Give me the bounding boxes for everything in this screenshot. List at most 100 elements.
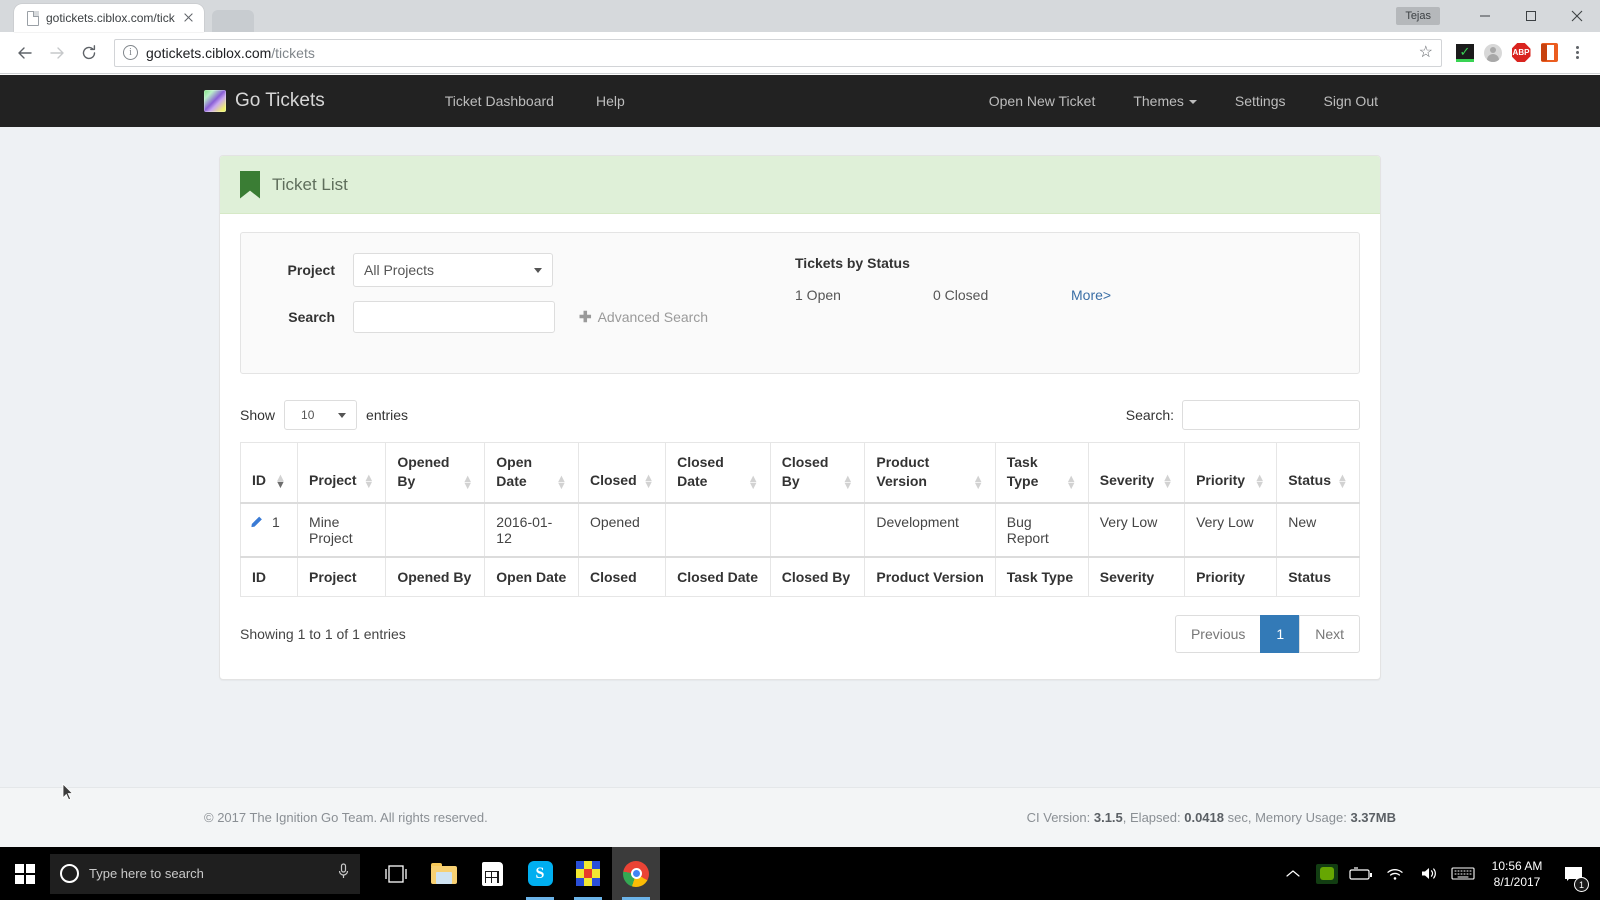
footer-column-product-version: Product Version — [865, 557, 995, 597]
windows-logo-icon — [15, 864, 35, 884]
sort-icon: ▲▼ — [643, 475, 654, 489]
taskbar-search-box[interactable]: Type here to search — [50, 854, 360, 894]
adblock-plus-icon[interactable]: ABP — [1508, 40, 1534, 66]
column-header-closed-date[interactable]: Closed Date▲▼ — [666, 443, 771, 504]
google-chrome-icon[interactable] — [612, 847, 660, 900]
pagination-previous[interactable]: Previous — [1175, 615, 1261, 653]
close-tab-icon[interactable] — [182, 11, 196, 25]
chevron-down-icon — [1189, 100, 1197, 104]
system-tray: 10:56 AM 8/1/2017 1 — [1276, 847, 1600, 900]
search-input[interactable] — [353, 301, 555, 333]
person-extension-icon[interactable] — [1480, 40, 1506, 66]
office-extension-icon[interactable] — [1536, 40, 1562, 66]
maximize-icon[interactable] — [1508, 0, 1554, 32]
brand[interactable]: Go Tickets — [204, 90, 325, 112]
plus-icon: ✚ — [579, 310, 592, 325]
reload-icon[interactable] — [74, 38, 104, 68]
battery-icon[interactable] — [1344, 847, 1378, 900]
forward-icon[interactable] — [42, 38, 72, 68]
start-button[interactable] — [0, 847, 50, 900]
ci-version-value: 3.1.5 — [1094, 810, 1123, 825]
table-row[interactable]: 1 Mine Project 2016-01-12 Opened Develop… — [241, 503, 1360, 557]
task-view-icon[interactable] — [372, 847, 420, 900]
chrome-menu-icon[interactable] — [1564, 40, 1590, 66]
column-header-closed-by[interactable]: Closed By▲▼ — [770, 443, 865, 504]
page-favicon-icon — [26, 11, 40, 26]
pagination: Previous 1 Next — [1175, 615, 1360, 653]
entries-length-select[interactable]: 10 — [284, 400, 357, 430]
primary-nav-links: Ticket Dashboard Help — [445, 93, 625, 109]
microsoft-store-icon[interactable] — [468, 847, 516, 900]
minimize-icon[interactable] — [1462, 0, 1508, 32]
sort-icon: ▲▼ — [748, 476, 759, 490]
project-filter-row: Project All Projects — [265, 253, 735, 287]
cell-status: New — [1277, 503, 1360, 557]
brand-title: Go Tickets — [235, 90, 325, 112]
search-filter-row: Search ✚ Advanced Search — [265, 301, 735, 333]
chevron-down-icon — [534, 268, 542, 273]
volume-icon[interactable] — [1412, 847, 1446, 900]
browser-tab[interactable]: gotickets.ciblox.com/tick — [14, 4, 204, 32]
column-header-task-type[interactable]: Task Type▲▼ — [995, 443, 1088, 504]
nav-link-sign-out[interactable]: Sign Out — [1324, 93, 1378, 109]
column-header-open-date[interactable]: Open Date▲▼ — [485, 443, 579, 504]
more-link[interactable]: More> — [1071, 287, 1111, 303]
column-header-priority[interactable]: Priority▲▼ — [1185, 443, 1277, 504]
column-header-status[interactable]: Status▲▼ — [1277, 443, 1360, 504]
closed-count: 0 Closed — [933, 287, 1071, 303]
nvidia-tray-icon[interactable] — [1310, 847, 1344, 900]
mouse-cursor — [62, 783, 74, 801]
page-footer: © 2017 The Ignition Go Team. All rights … — [0, 787, 1600, 847]
table-search-label: Search: — [1126, 407, 1174, 423]
nav-link-settings[interactable]: Settings — [1235, 93, 1286, 109]
advanced-search-link[interactable]: ✚ Advanced Search — [579, 309, 708, 325]
column-header-opened-by[interactable]: Opened By▲▼ — [386, 443, 485, 504]
column-header-closed[interactable]: Closed▲▼ — [578, 443, 665, 504]
keyboard-icon[interactable] — [1446, 847, 1480, 900]
taskbar-clock[interactable]: 10:56 AM 8/1/2017 — [1480, 847, 1554, 900]
secondary-nav-links: Open New Ticket Themes Settings Sign Out — [989, 93, 1600, 109]
cell-severity: Very Low — [1088, 503, 1184, 557]
bookmark-star-icon[interactable]: ☆ — [1419, 45, 1433, 61]
profile-name-chip[interactable]: Tejas — [1396, 7, 1440, 25]
nav-link-ticket-dashboard[interactable]: Ticket Dashboard — [445, 93, 554, 109]
footer-column-severity: Severity — [1088, 557, 1184, 597]
column-header-id[interactable]: ID▲▼ — [241, 443, 298, 504]
nav-link-help[interactable]: Help — [596, 93, 625, 109]
back-icon[interactable] — [10, 38, 40, 68]
column-header-severity[interactable]: Severity▲▼ — [1088, 443, 1184, 504]
entries-label: entries — [366, 407, 408, 423]
action-center-icon[interactable]: 1 — [1554, 847, 1594, 900]
pagination-next[interactable]: Next — [1299, 615, 1360, 653]
nav-link-open-new-ticket[interactable]: Open New Ticket — [989, 93, 1096, 109]
footer-column-closed: Closed — [578, 557, 665, 597]
address-bar[interactable]: gotickets.ciblox.com/tickets ☆ — [114, 39, 1442, 67]
check-extension-icon[interactable]: ✓ — [1452, 40, 1478, 66]
file-explorer-icon[interactable] — [420, 847, 468, 900]
show-hidden-icons-chevron-icon[interactable] — [1276, 847, 1310, 900]
cell-product-version: Development — [865, 503, 995, 557]
close-window-icon[interactable] — [1554, 0, 1600, 32]
microphone-icon[interactable] — [337, 863, 350, 885]
edit-pencil-icon[interactable] — [252, 515, 265, 528]
column-header-project[interactable]: Project▲▼ — [298, 443, 386, 504]
bookmark-ribbon-icon — [240, 171, 260, 199]
new-tab-button[interactable] — [212, 10, 254, 32]
url-path: /tickets — [271, 45, 315, 61]
sort-icon: ▲▼ — [363, 475, 374, 489]
column-label: Severity — [1100, 471, 1154, 490]
nav-link-themes[interactable]: Themes — [1133, 93, 1197, 109]
wifi-icon[interactable] — [1378, 847, 1412, 900]
sort-icon: ▲▼ — [842, 476, 853, 490]
column-header-product-version[interactable]: Product Version▲▼ — [865, 443, 995, 504]
go-tickets-logo-icon — [204, 90, 226, 112]
site-navbar: Go Tickets Ticket Dashboard Help Open Ne… — [0, 75, 1600, 127]
skype-icon[interactable]: S — [516, 847, 564, 900]
app-mosaic-icon[interactable] — [564, 847, 612, 900]
entries-length-value: 10 — [301, 408, 314, 422]
project-select[interactable]: All Projects — [353, 253, 553, 287]
footer-column-id: ID — [241, 557, 298, 597]
pagination-page-1[interactable]: 1 — [1260, 615, 1300, 653]
table-search-input[interactable] — [1182, 400, 1360, 430]
site-info-icon[interactable] — [123, 45, 138, 60]
